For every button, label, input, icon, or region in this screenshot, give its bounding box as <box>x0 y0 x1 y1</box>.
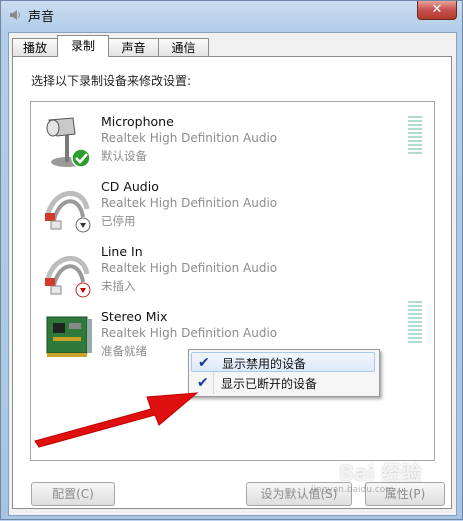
sound-dialog-window: 声音 ✕ 播放 录制 声音 通信 选择以下录制设备来修改设置: Micropho… <box>0 0 463 520</box>
tab-recording[interactable]: 录制 <box>57 35 109 57</box>
watermark-url: jingyan.baidu.com <box>311 485 395 495</box>
red-arrow-annotation <box>34 392 199 448</box>
baidu-watermark: Bai 经验 <box>339 461 422 485</box>
